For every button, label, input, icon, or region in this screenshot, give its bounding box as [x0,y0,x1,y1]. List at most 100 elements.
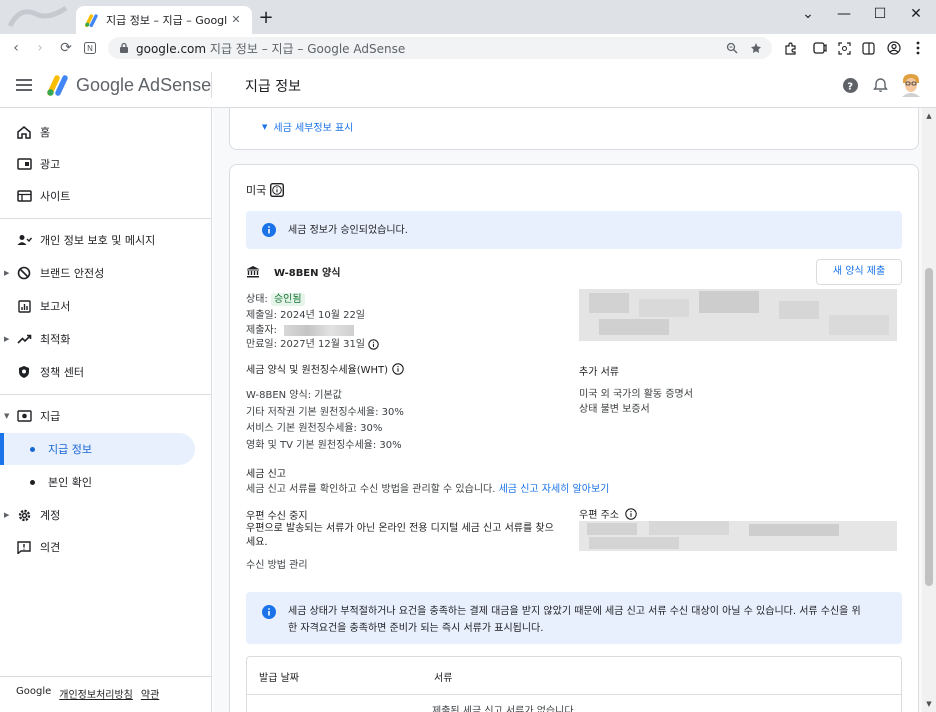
ads-icon [16,156,32,172]
status-badge: 승인됨 [270,293,305,306]
adsense-logo-icon [47,75,68,96]
wht-line-film-tv: 영화 및 TV 기본 원천징수세율: 30% [246,440,402,451]
postal-stop-text-1: 우편으로 발송되는 서류가 아닌 온라인 전용 디지털 세금 신고 서류를 찾으 [246,523,554,534]
sites-icon [16,188,32,204]
site-info-icon[interactable]: N [80,38,100,58]
tax-documents-table: 발급 날짜 서류 제출된 세금 신고 서류가 없습니다. [246,656,902,712]
new-tab-button[interactable]: + [256,8,276,28]
app-header: Google AdSense 지급 정보 ? [0,62,936,108]
info-icon[interactable] [270,183,285,197]
tab-close-icon[interactable]: ✕ [228,12,244,28]
terms-link[interactable]: 약관 [141,686,159,701]
eligibility-warning-text: 세금 상태가 부적절하거나 요건을 충족하는 결제 대금을 받지 않았기 때문에… [288,606,861,634]
block-icon [16,265,32,281]
side-panel-icon[interactable] [858,38,878,58]
cast-icon[interactable] [810,38,830,58]
wht-line-royalties: 기타 저작권 기본 원천징수세율: 30% [246,407,404,418]
additional-docs-heading: 추가 서류 [579,367,619,378]
minimize-button[interactable]: — [826,0,862,30]
info-icon[interactable] [368,339,379,350]
sidebar-item-home[interactable]: 홈 [0,116,210,148]
sidebar-item-ads[interactable]: 광고 [0,148,210,180]
sidebar-item-payments[interactable]: ▼ 지급 [0,400,210,432]
payments-icon [16,408,32,424]
submit-new-form-button[interactable]: 새 양식 제출 [816,259,902,285]
browser-toolbar: ‹ › ⟳ N google.com 지급 정보 – 지급 – Google A… [0,34,936,62]
reports-icon [16,298,32,314]
table-empty-message: 제출된 세금 신고 서류가 없습니다. [432,706,577,712]
postal-address-heading: 우편 주소 [579,506,637,521]
w8ben-default-link[interactable]: W-8BEN 양식: 기본값 [246,388,342,403]
show-tax-details-link[interactable]: ▼ 세금 세부정보 표시 [262,119,353,135]
sidebar-item-feedback[interactable]: 의견 [0,531,210,563]
approved-banner: 세금 정보가 승인되었습니다. [246,211,902,249]
tax-report-text: 세금 신고 서류를 확인하고 수신 방법을 관리할 수 있습니다. 세금 신고 … [246,484,610,495]
browser-tab-active[interactable]: 지급 정보 – 지급 – Google AdSe ✕ [76,6,252,34]
browser-theme-decoration [8,5,68,28]
home-icon [16,124,32,140]
lock-icon [120,42,128,53]
brand-name: Google AdSense [76,75,212,95]
hamburger-menu-icon[interactable] [16,78,32,92]
sidebar-divider [0,218,211,219]
status-unchanged-certificate-link[interactable]: 상태 불변 보증서 [579,402,650,417]
collapse-arrow-icon[interactable]: ▼ [4,412,9,420]
sidebar-item-sites[interactable]: 사이트 [0,180,210,212]
profile-icon[interactable] [884,38,904,58]
avatar[interactable] [900,73,922,97]
foreign-activity-certificate-link[interactable]: 미국 외 국가의 활동 증명서 [579,387,693,402]
page-scrollbar-thumb[interactable] [925,268,933,586]
sidebar-item-privacy-messaging[interactable]: 개인 정보 보호 및 메시지 [0,224,210,256]
svg-text:N: N [87,44,93,53]
manage-delivery-method-link[interactable]: 수신 방법 관리 [246,558,308,573]
table-divider [247,694,901,695]
sidebar-footer: Google 개인정보처리방침 약관 [16,686,159,701]
redacted-postal-address [579,521,897,551]
policy-shield-icon [16,364,32,380]
sidebar-item-optimization[interactable]: ▶ 최적화 [0,323,210,355]
screenshot-icon[interactable] [834,38,854,58]
privacy-policy-link[interactable]: 개인정보처리방침 [59,686,133,701]
maximize-button[interactable]: ☐ [862,0,898,30]
notification-bell-icon[interactable] [873,77,888,93]
bullet-dot [30,446,35,452]
sidebar-item-account[interactable]: ▶ 계정 [0,499,210,531]
forward-arrow-icon[interactable]: › [30,38,50,58]
tax-report-heading: 세금 신고 [246,469,286,480]
info-icon[interactable] [392,362,404,375]
bank-icon [247,266,259,278]
reload-icon[interactable]: ⟳ [56,38,76,58]
main-content: ▼ 세금 세부정보 표시 미국 세금 정보가 승인되었습니다. W-8BEN 양… [213,108,922,712]
sidebar-item-brand-safety[interactable]: ▶ 브랜드 안전성 [0,257,210,289]
help-icon[interactable]: ? [843,78,858,93]
sidebar-footer-divider [0,676,211,677]
bullet-dot [30,479,35,485]
scroll-down-arrow-icon[interactable]: ▼ [925,700,933,708]
adsense-favicon-icon [85,14,98,27]
address-bar[interactable]: google.com 지급 정보 – 지급 – Google AdSense [108,37,772,59]
sidebar-item-reports[interactable]: 보고서 [0,290,210,322]
sidebar-item-payment-info[interactable]: 지급 정보 [0,433,195,465]
footer-google-text: Google [16,686,52,697]
tab-title: 지급 정보 – 지급 – Google AdSe [106,14,228,27]
sidebar-item-identity-verification[interactable]: 본인 확인 [0,466,210,498]
wht-line-services: 서비스 기본 원천징수세율: 30% [246,423,383,434]
window-close-button[interactable]: ✕ [898,0,934,30]
redacted-submitter [284,324,355,336]
url-text: google.com 지급 정보 – 지급 – Google AdSense [136,41,406,56]
bookmark-star-icon[interactable] [750,42,762,54]
table-header-document: 서류 [434,673,453,684]
expand-arrow-icon[interactable]: ▶ [4,335,9,343]
scroll-up-arrow-icon[interactable]: ▲ [925,112,933,120]
expand-arrow-icon[interactable]: ▶ [4,511,9,519]
sidebar-item-policy-center[interactable]: 정책 센터 [0,356,210,388]
zoom-icon[interactable] [726,42,738,54]
back-arrow-icon[interactable]: ‹ [6,38,26,58]
info-icon[interactable] [625,507,637,520]
tab-search-chevron-down-icon[interactable]: ⌄ [790,0,826,30]
learn-more-tax-report-link[interactable]: 세금 신고 자세히 알아보기 [499,484,610,495]
browser-menu-icon[interactable] [908,38,928,58]
extensions-puzzle-icon[interactable] [780,38,800,58]
sidebar-divider [0,394,211,395]
expand-arrow-icon[interactable]: ▶ [4,269,9,277]
